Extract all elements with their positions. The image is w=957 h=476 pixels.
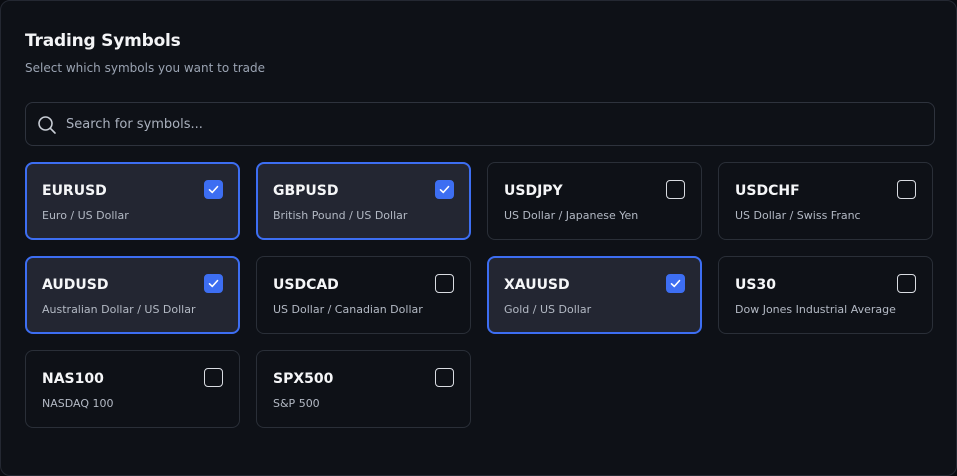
symbol-description: S&P 500	[273, 397, 320, 410]
symbol-checkbox[interactable]	[666, 274, 685, 293]
symbol-checkbox[interactable]	[204, 180, 223, 199]
symbol-card[interactable]: USDCHF US Dollar / Swiss Franc	[718, 162, 933, 240]
symbol-checkbox[interactable]	[204, 274, 223, 293]
checkmark-icon	[439, 185, 450, 194]
symbol-card[interactable]: USDJPY US Dollar / Japanese Yen	[487, 162, 702, 240]
symbol-description: Euro / US Dollar	[42, 209, 129, 222]
symbol-description: Australian Dollar / US Dollar	[42, 303, 196, 316]
symbol-code: NAS100	[42, 371, 104, 387]
checkmark-icon	[208, 279, 219, 288]
symbol-card[interactable]: XAUUSD Gold / US Dollar	[487, 256, 702, 334]
checkmark-icon	[670, 279, 681, 288]
symbol-grid: EURUSD Euro / US Dollar GBPUSD British P…	[25, 162, 933, 428]
symbol-code: USDCAD	[273, 277, 339, 293]
symbol-checkbox[interactable]	[435, 368, 454, 387]
symbol-description: British Pound / US Dollar	[273, 209, 408, 222]
symbol-checkbox[interactable]	[897, 180, 916, 199]
symbol-code: US30	[735, 277, 776, 293]
symbol-card[interactable]: USDCAD US Dollar / Canadian Dollar	[256, 256, 471, 334]
symbol-description: NASDAQ 100	[42, 397, 114, 410]
search-icon	[38, 116, 56, 134]
symbol-code: XAUUSD	[504, 277, 570, 293]
symbol-card[interactable]: GBPUSD British Pound / US Dollar	[256, 162, 471, 240]
symbol-card[interactable]: EURUSD Euro / US Dollar	[25, 162, 240, 240]
symbol-code: USDJPY	[504, 183, 563, 199]
checkmark-icon	[208, 185, 219, 194]
symbol-checkbox[interactable]	[204, 368, 223, 387]
symbol-checkbox[interactable]	[666, 180, 685, 199]
symbol-checkbox[interactable]	[435, 274, 454, 293]
symbol-checkbox[interactable]	[435, 180, 454, 199]
page-title: Trading Symbols	[25, 31, 181, 51]
symbol-description: US Dollar / Swiss Franc	[735, 209, 861, 222]
symbol-description: US Dollar / Japanese Yen	[504, 209, 639, 222]
symbol-checkbox[interactable]	[897, 274, 916, 293]
symbol-code: USDCHF	[735, 183, 800, 199]
symbol-card[interactable]: AUDUSD Australian Dollar / US Dollar	[25, 256, 240, 334]
search-input[interactable]	[66, 103, 916, 145]
symbol-code: GBPUSD	[273, 183, 339, 199]
symbol-card[interactable]: US30 Dow Jones Industrial Average	[718, 256, 933, 334]
symbol-card[interactable]: SPX500 S&P 500	[256, 350, 471, 428]
symbol-description: US Dollar / Canadian Dollar	[273, 303, 423, 316]
symbol-code: EURUSD	[42, 183, 107, 199]
symbol-code: SPX500	[273, 371, 334, 387]
trading-symbols-panel: Trading Symbols Select which symbols you…	[0, 0, 957, 476]
symbol-card[interactable]: NAS100 NASDAQ 100	[25, 350, 240, 428]
symbol-description: Dow Jones Industrial Average	[735, 303, 896, 316]
search-box[interactable]	[25, 102, 935, 146]
symbol-description: Gold / US Dollar	[504, 303, 592, 316]
symbol-code: AUDUSD	[42, 277, 109, 293]
page-subtitle: Select which symbols you want to trade	[25, 61, 266, 75]
